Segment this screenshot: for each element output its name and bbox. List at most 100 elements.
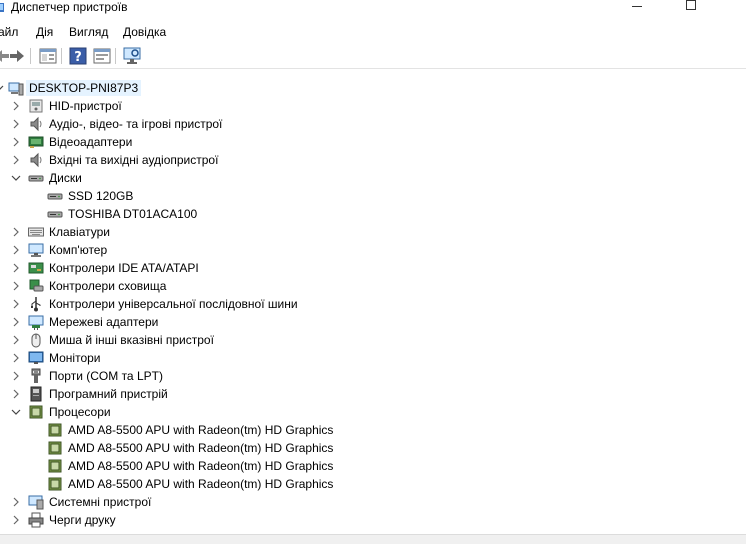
keyboard-icon xyxy=(28,227,44,237)
disk-drive-icon xyxy=(28,175,44,182)
minimize-button[interactable] xyxy=(614,0,660,20)
device-category-label: Відеоадаптери xyxy=(49,135,133,149)
hid-icon xyxy=(29,99,43,113)
device-item[interactable]: AMD A8-5500 APU with Radeon(tm) HD Graph… xyxy=(0,439,746,457)
menu-item[interactable]: Дія xyxy=(36,25,53,39)
chevron-right-icon[interactable] xyxy=(10,316,22,328)
root-computer-icon xyxy=(8,82,24,96)
computer-icon xyxy=(28,243,44,257)
device-category[interactable]: Монітори xyxy=(0,349,746,367)
system-device-icon xyxy=(28,495,44,510)
window-title: Диспетчер пристроїв xyxy=(11,0,128,14)
speaker-icon xyxy=(30,116,42,132)
chevron-right-icon[interactable] xyxy=(10,244,22,256)
device-category[interactable]: Черги друку xyxy=(0,511,746,529)
device-item-label: AMD A8-5500 APU with Radeon(tm) HD Graph… xyxy=(68,459,334,473)
display-adapter-icon xyxy=(28,136,44,148)
device-category-label: Монітори xyxy=(49,351,101,365)
device-category[interactable]: Аудіо-, відео- та ігрові пристрої xyxy=(0,115,746,133)
chevron-right-icon[interactable] xyxy=(10,298,22,310)
device-category[interactable]: Миша й інші вказівні пристрої xyxy=(0,331,746,349)
device-category[interactable]: Контролери універсальної послідовної шин… xyxy=(0,295,746,313)
chevron-right-icon[interactable] xyxy=(10,334,22,346)
svg-text:?: ? xyxy=(74,50,82,65)
network-adapter-icon xyxy=(28,315,44,330)
chevron-right-icon[interactable] xyxy=(10,514,22,526)
printer-icon xyxy=(28,512,44,528)
chevron-right-icon[interactable] xyxy=(10,370,22,382)
device-manager-window: Диспетчер пристроїв айл Дія Вигляд Довідка … xyxy=(0,0,746,544)
chevron-right-icon[interactable] xyxy=(10,280,22,292)
processor-icon xyxy=(48,477,62,491)
properties-icon[interactable] xyxy=(38,46,58,66)
toolbar-separator xyxy=(30,48,31,64)
device-category-label: Мережеві адаптери xyxy=(49,315,159,329)
device-item-label: AMD A8-5500 APU with Radeon(tm) HD Graph… xyxy=(68,423,334,437)
root-computer-label[interactable]: DESKTOP-PNI87P3 xyxy=(26,80,142,96)
device-category-label: Контролери універсальної послідовної шин… xyxy=(49,297,298,311)
help-icon[interactable]: ? xyxy=(68,46,88,66)
device-item-label: TOSHIBA DT01ACA100 xyxy=(68,207,198,221)
device-category-label: Диски xyxy=(49,171,82,185)
scan-hardware-icon[interactable] xyxy=(122,46,142,66)
tree-root[interactable]: DESKTOP-PNI87P3 xyxy=(0,79,746,97)
chevron-right-icon[interactable] xyxy=(10,226,22,238)
device-category[interactable]: Мережеві адаптери xyxy=(0,313,746,331)
device-item[interactable]: AMD A8-5500 APU with Radeon(tm) HD Graph… xyxy=(0,457,746,475)
device-category-label: Контролери IDE ATA/ATAPI xyxy=(49,261,199,275)
device-category-label: Миша й інші вказівні пристрої xyxy=(49,333,214,347)
device-category[interactable]: Програмний пристрій xyxy=(0,385,746,403)
device-item[interactable]: SSD 120GB xyxy=(0,187,746,205)
device-category-label: Клавіатури xyxy=(49,225,110,239)
device-category-label: Комп'ютер xyxy=(49,243,108,257)
device-category-label: Порти (COM та LPT) xyxy=(49,369,163,383)
mouse-icon xyxy=(31,333,41,348)
device-category-label: Черги друку xyxy=(49,513,116,527)
disk-drive-icon xyxy=(47,211,63,218)
chevron-right-icon[interactable] xyxy=(10,352,22,364)
chevron-right-icon[interactable] xyxy=(10,100,22,112)
menu-item[interactable]: Вигляд xyxy=(69,25,108,39)
device-category[interactable]: Вхідні та вихідні аудіопристрої xyxy=(0,151,746,169)
device-item[interactable]: AMD A8-5500 APU with Radeon(tm) HD Graph… xyxy=(0,421,746,439)
update-driver-icon[interactable] xyxy=(92,46,112,66)
device-category[interactable]: HID-пристрої xyxy=(0,97,746,115)
device-category[interactable]: Контролери IDE ATA/ATAPI xyxy=(0,259,746,277)
chevron-right-icon[interactable] xyxy=(10,496,22,508)
device-tree[interactable]: DESKTOP-PNI87P3 HID-пристрої Аудіо-, відео… xyxy=(0,79,746,534)
horizontal-scrollbar[interactable] xyxy=(0,534,746,544)
device-category[interactable]: Відеоадаптери xyxy=(0,133,746,151)
device-category[interactable]: Системні пристрої xyxy=(0,493,746,511)
software-device-icon xyxy=(30,386,42,402)
device-category[interactable]: Комп'ютер xyxy=(0,241,746,259)
device-category-label: Процесори xyxy=(49,405,111,419)
port-icon xyxy=(31,368,41,383)
forward-arrow-icon[interactable] xyxy=(7,46,27,66)
chevron-down-icon[interactable] xyxy=(10,406,22,418)
device-category[interactable]: Клавіатури xyxy=(0,223,746,241)
device-category[interactable]: Диски xyxy=(0,169,746,187)
device-category[interactable]: Порти (COM та LPT) xyxy=(0,367,746,385)
menu-bar: айл Дія Вигляд Довідка xyxy=(0,22,746,42)
menu-item[interactable]: Довідка xyxy=(123,25,166,39)
monitor-icon xyxy=(28,351,44,364)
maximize-button[interactable] xyxy=(667,0,713,20)
device-category[interactable]: Контролери сховища xyxy=(0,277,746,295)
device-category-label: Контролери сховища xyxy=(49,279,167,293)
chevron-right-icon[interactable] xyxy=(10,388,22,400)
device-item[interactable]: AMD A8-5500 APU with Radeon(tm) HD Graph… xyxy=(0,475,746,493)
processor-icon xyxy=(48,423,62,437)
processor-icon xyxy=(48,441,62,455)
device-category[interactable]: Процесори xyxy=(0,403,746,421)
chevron-right-icon[interactable] xyxy=(10,118,22,130)
device-item-label: AMD A8-5500 APU with Radeon(tm) HD Graph… xyxy=(68,477,334,491)
chevron-down-icon[interactable] xyxy=(0,82,5,94)
device-item[interactable]: TOSHIBA DT01ACA100 xyxy=(0,205,746,223)
chevron-down-icon[interactable] xyxy=(10,172,22,184)
menu-item[interactable]: айл xyxy=(0,25,18,39)
ide-controller-icon xyxy=(28,262,44,274)
chevron-right-icon[interactable] xyxy=(10,262,22,274)
chevron-right-icon[interactable] xyxy=(10,154,22,166)
chevron-right-icon[interactable] xyxy=(10,136,22,148)
device-category-label: Вхідні та вихідні аудіопристрої xyxy=(49,153,219,167)
